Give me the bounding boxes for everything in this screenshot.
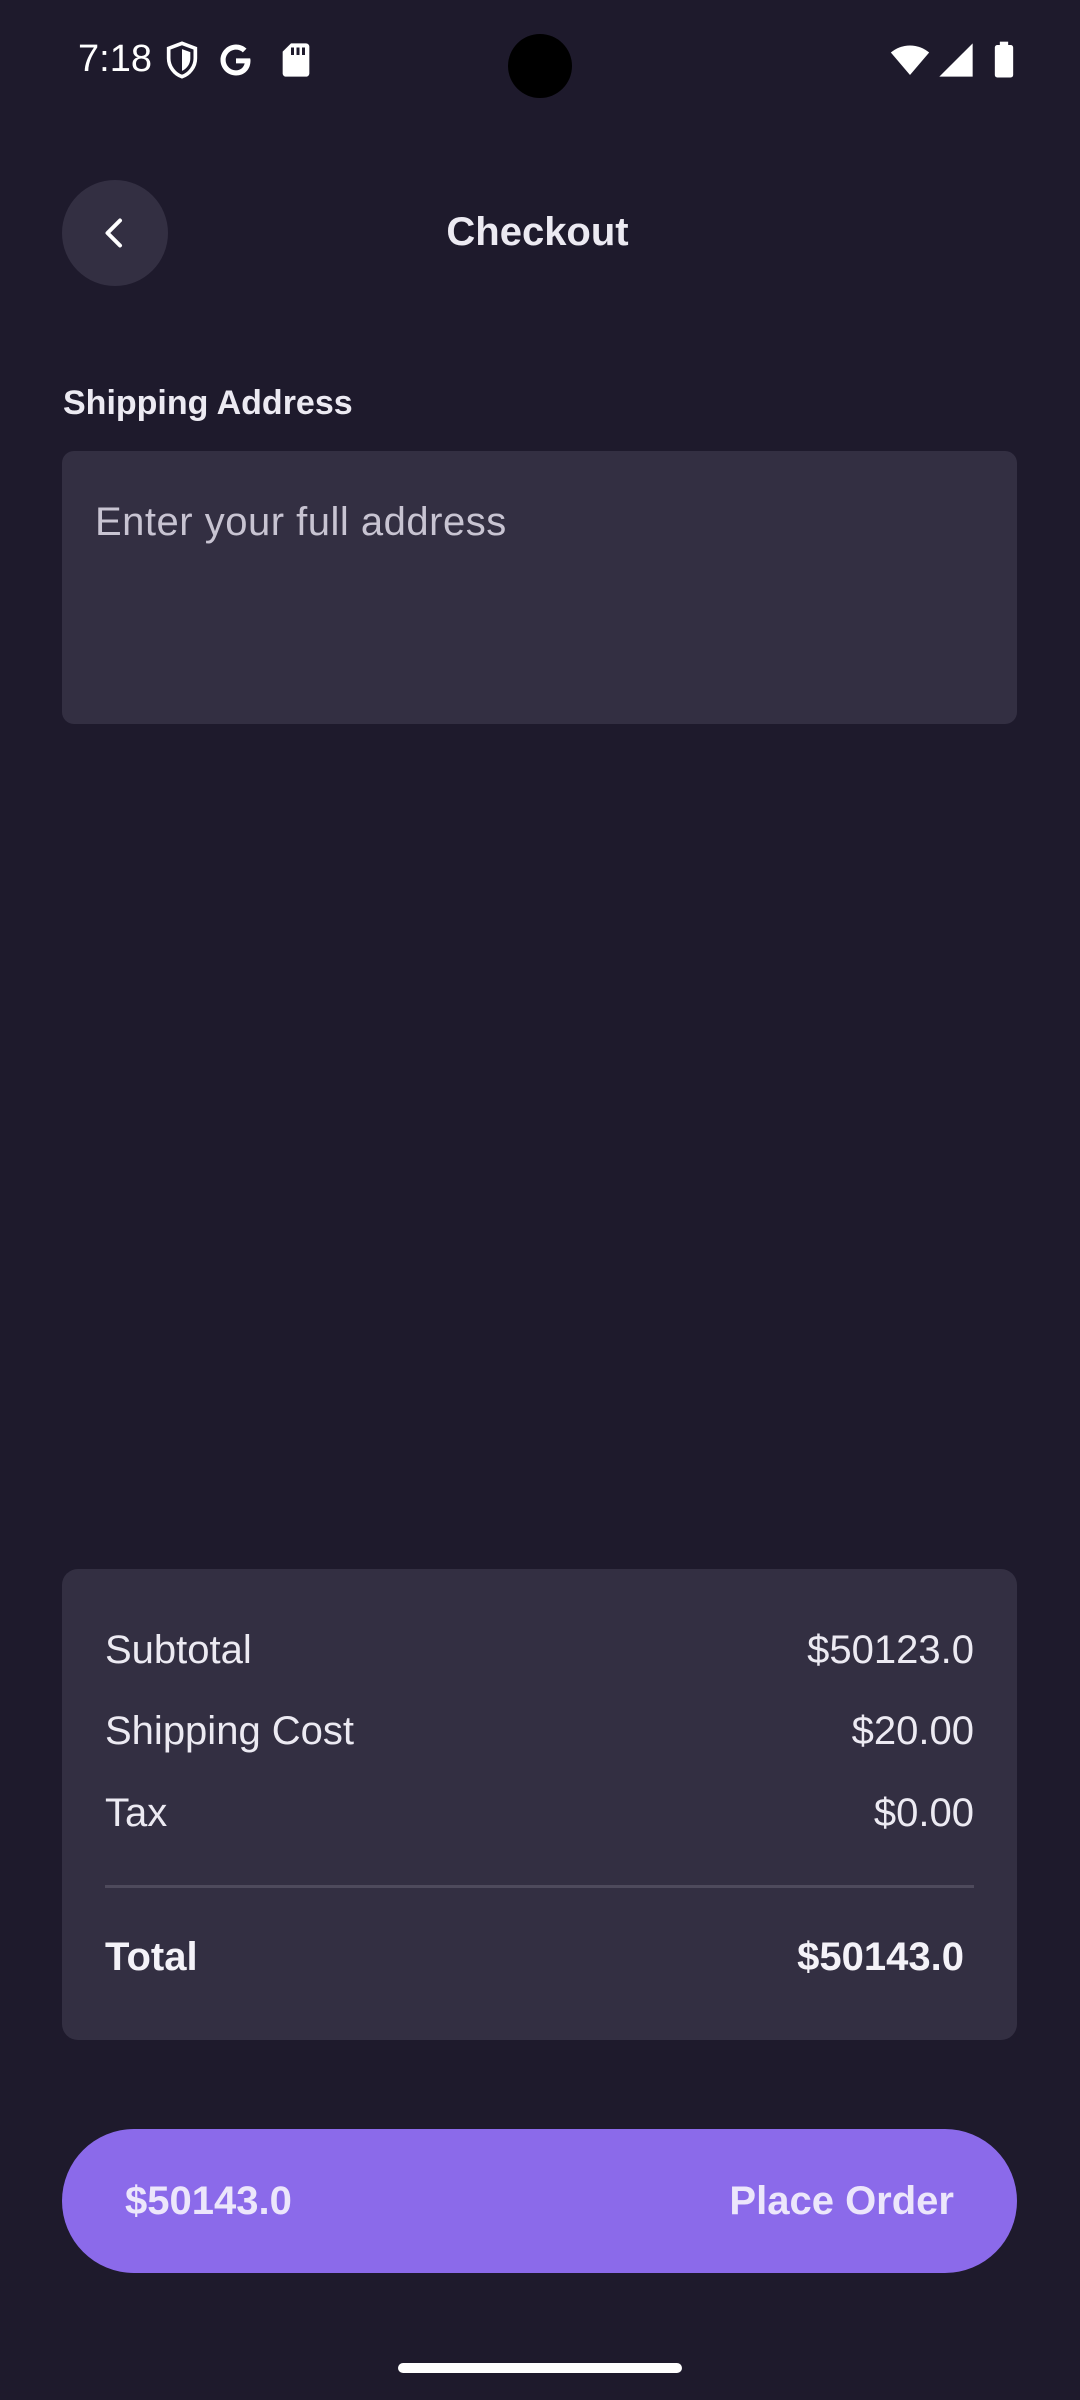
place-order-button[interactable]: $50143.0 Place Order [62,2129,1017,2273]
status-time: 7:18 [78,38,152,80]
order-summary-card: Subtotal $50123.0 Shipping Cost $20.00 T… [62,1569,1017,2040]
page-title: Checkout [446,210,629,254]
total-value: $50143.0 [797,1934,964,1979]
checkout-screen: 7:18 Checkout Shipping Address Enter you… [0,0,1080,2400]
shipping-address-label: Shipping Address [63,384,353,422]
shield-icon [166,41,198,79]
summary-row-tax: Tax $0.00 [105,1785,974,1841]
subtotal-value: $50123.0 [807,1627,974,1672]
shipping-cost-value: $20.00 [851,1708,974,1753]
place-order-amount: $50143.0 [125,2178,292,2223]
subtotal-label: Subtotal [105,1627,252,1672]
summary-row-shipping-cost: Shipping Cost $20.00 [105,1703,974,1759]
shipping-address-input[interactable] [62,451,1017,724]
tax-label: Tax [105,1790,168,1835]
place-order-label: Place Order [729,2178,954,2223]
summary-row-total: Total $50143.0 [105,1929,974,1985]
summary-row-subtotal: Subtotal $50123.0 [105,1622,974,1678]
total-label: Total [105,1934,198,1979]
home-indicator[interactable] [398,2363,682,2373]
status-bar: 7:18 [0,0,1080,120]
summary-divider [105,1885,974,1888]
sd-card-icon [282,43,310,77]
battery-icon [994,41,1014,78]
shipping-cost-label: Shipping Cost [105,1708,355,1753]
camera-cutout [508,34,572,98]
google-icon [220,44,251,76]
wifi-icon [890,45,930,75]
signal-icon [939,43,973,77]
tax-value: $0.00 [873,1790,974,1835]
